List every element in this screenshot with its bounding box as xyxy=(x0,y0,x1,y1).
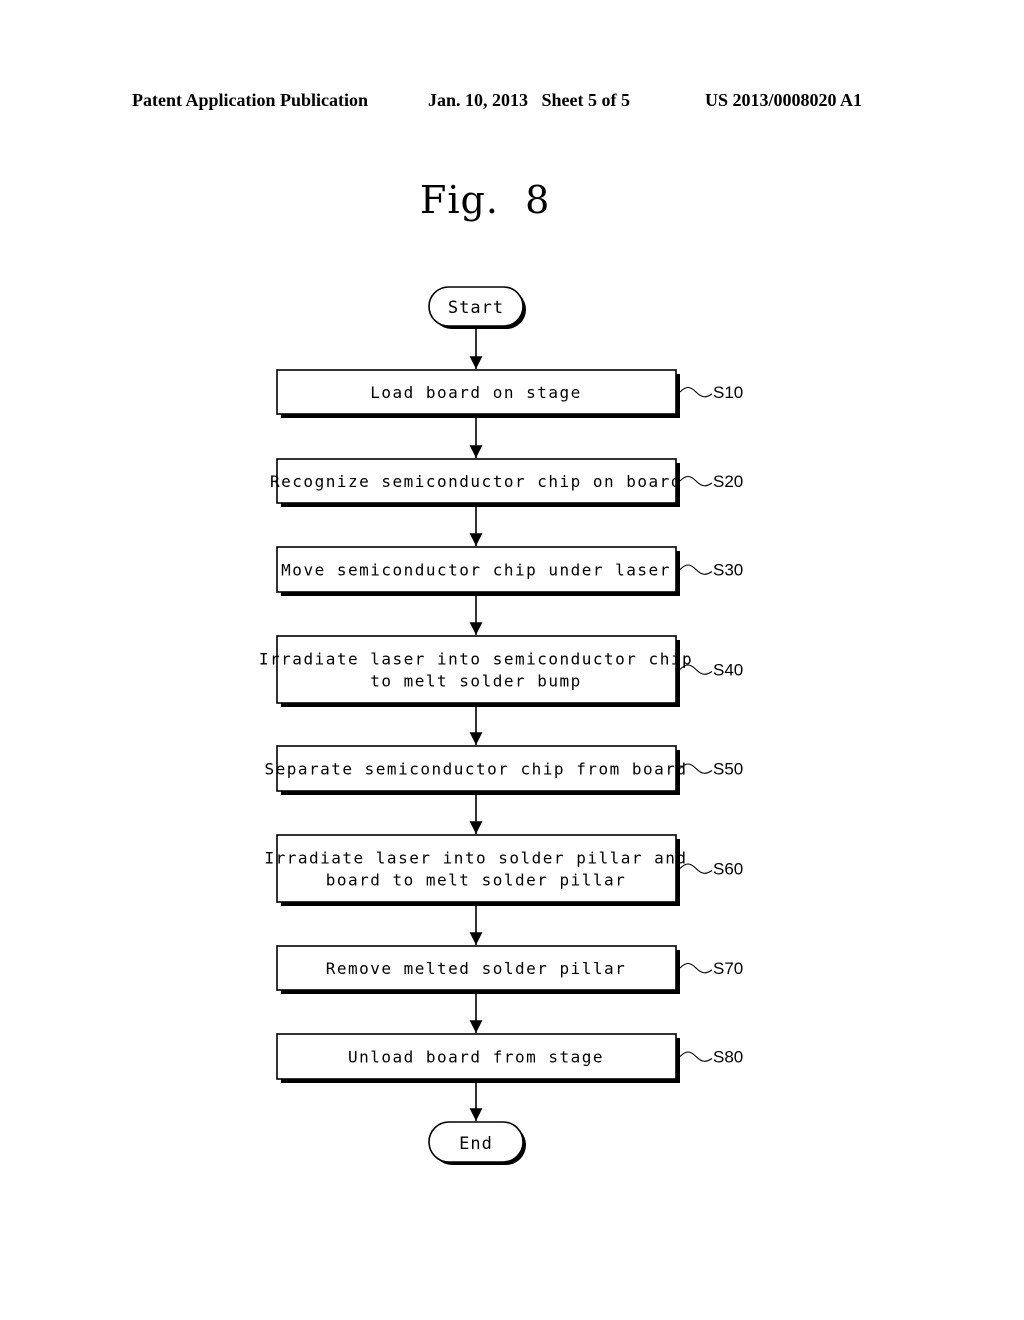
end-label: End xyxy=(459,1134,493,1154)
process-step: Remove melted solder pillar S70 xyxy=(276,945,743,994)
step-text-line: Separate semiconductor chip from board xyxy=(264,760,687,779)
step-reference-label: S20 xyxy=(713,472,743,491)
start-terminal: Start xyxy=(428,286,526,329)
step-text-line: board to melt solder pillar xyxy=(326,871,627,890)
step-text-line: Irradiate laser into semiconductor chip xyxy=(259,650,693,669)
step-reference-label: S30 xyxy=(713,561,743,580)
process-step: Irradiate laser into solder pillar and bo… xyxy=(264,834,743,906)
reference-leader xyxy=(679,962,713,974)
step-text-line: to melt solder bump xyxy=(370,672,582,691)
step-reference-label: S60 xyxy=(713,860,743,879)
step-box xyxy=(276,834,677,903)
process-step: Separate semiconductor chip from board S5… xyxy=(264,745,743,795)
reference-leader xyxy=(679,386,713,398)
process-step: Recognize semiconductor chip on board S20 xyxy=(270,458,743,507)
process-step: Move semiconductor chip under laser S30 xyxy=(276,546,743,596)
process-step: Unload board from stage S80 xyxy=(276,1033,743,1083)
step-text-line: Remove melted solder pillar xyxy=(326,959,627,978)
step-text-line: Move semiconductor chip under laser xyxy=(281,561,671,580)
step-reference-label: S70 xyxy=(713,959,743,978)
step-reference-label: S10 xyxy=(713,383,743,402)
flowchart: Start Load board on stage S10 Recognize se… xyxy=(259,286,743,1165)
reference-leader xyxy=(679,863,713,874)
step-reference-label: S50 xyxy=(713,760,743,779)
reference-leader xyxy=(679,1051,713,1062)
step-text-line: Recognize semiconductor chip on board xyxy=(270,472,682,491)
reference-leader xyxy=(679,564,713,575)
start-label: Start xyxy=(448,298,504,318)
step-text-line: Irradiate laser into solder pillar and xyxy=(264,849,687,868)
step-reference-label: S40 xyxy=(713,661,743,680)
process-step: Load board on stage S10 xyxy=(276,369,743,418)
reference-leader xyxy=(679,475,713,487)
step-text-line: Unload board from stage xyxy=(348,1048,604,1067)
process-step: Irradiate laser into semiconductor chip t… xyxy=(259,635,743,707)
step-text-line: Load board on stage xyxy=(370,383,582,402)
step-reference-label: S80 xyxy=(713,1048,743,1067)
end-terminal: End xyxy=(428,1121,526,1165)
step-box xyxy=(276,635,677,704)
reference-leader xyxy=(679,664,713,675)
